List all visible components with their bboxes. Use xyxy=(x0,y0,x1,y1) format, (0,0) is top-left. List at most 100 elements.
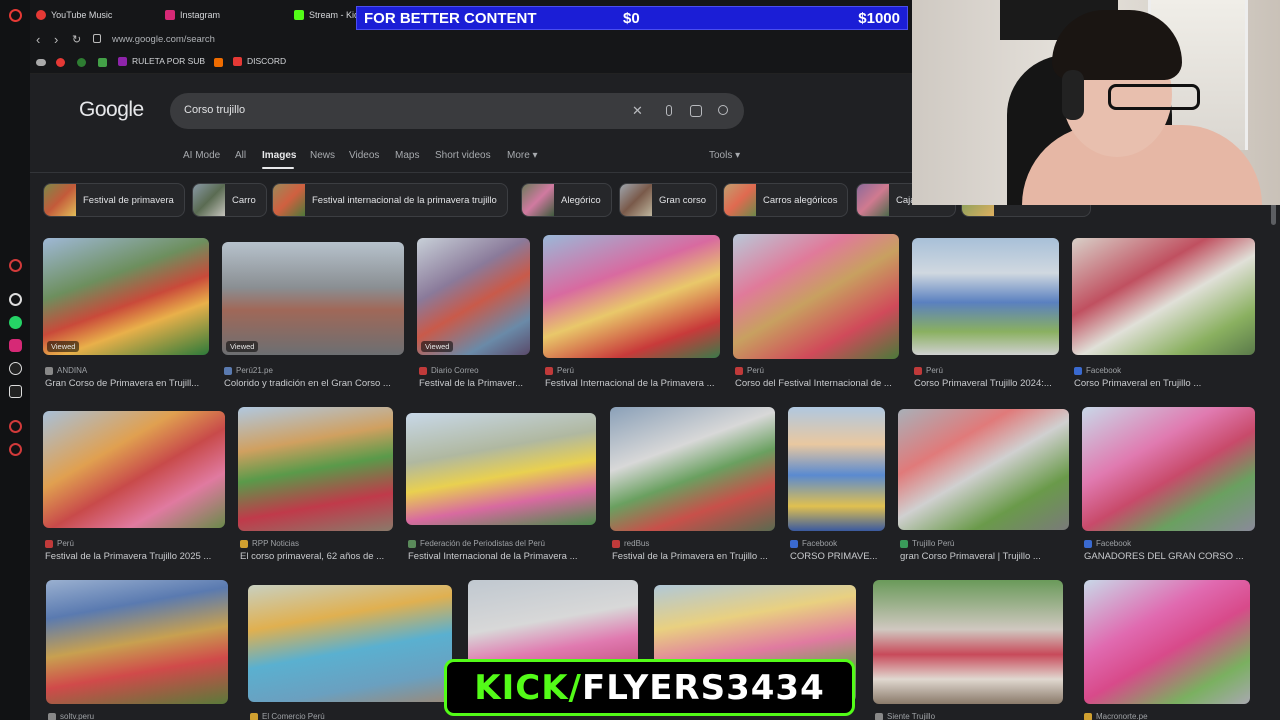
bookmarks-bar: RULETA POR SUB DISCORD xyxy=(30,52,912,74)
clock-icon[interactable] xyxy=(9,420,22,433)
tab-short-videos[interactable]: Short videos xyxy=(435,150,491,161)
result-image[interactable] xyxy=(543,235,720,358)
source-label: Perú xyxy=(57,539,74,548)
result-title[interactable]: Colorido y tradición en el Gran Corso ..… xyxy=(224,378,404,389)
chip-alegorico[interactable]: Alegórico xyxy=(521,183,612,217)
result-title[interactable]: Corso del Festival Internacional de ... xyxy=(735,378,900,389)
tab-instagram[interactable]: Instagram xyxy=(165,6,220,24)
result-image[interactable]: Viewed xyxy=(417,238,530,355)
chatgpt-icon[interactable] xyxy=(9,293,22,306)
result-source: Facebook xyxy=(790,539,837,548)
tiktok-icon[interactable] xyxy=(9,362,22,375)
source-favicon xyxy=(875,712,883,720)
result-image[interactable] xyxy=(898,409,1069,530)
result-image[interactable] xyxy=(1072,238,1255,355)
tab-news[interactable]: News xyxy=(310,150,335,161)
viewed-badge: Viewed xyxy=(226,341,259,352)
result-image[interactable] xyxy=(873,580,1063,704)
result-title[interactable]: El corso primaveral, 62 años de ... xyxy=(240,551,395,562)
chip-thumbnail xyxy=(273,184,305,216)
tools-button[interactable]: Tools ▾ xyxy=(709,150,740,161)
headphones-icon xyxy=(1062,70,1084,120)
result-image[interactable] xyxy=(610,407,775,531)
chip-carro[interactable]: Carro xyxy=(192,183,267,217)
kick-icon xyxy=(294,10,304,20)
chip-carros-alegoricos[interactable]: Carros alegóricos xyxy=(723,183,849,217)
result-image[interactable] xyxy=(406,413,596,525)
result-image[interactable] xyxy=(248,585,452,702)
google-logo[interactable]: Google xyxy=(79,98,144,122)
result-title[interactable]: Festival de la Primavera en Trujillo ... xyxy=(612,551,777,562)
bookmark-ruleta[interactable]: RULETA POR SUB xyxy=(118,56,205,66)
bookmark-icon-orange[interactable] xyxy=(214,58,223,67)
source-label: Trujillo Perú xyxy=(912,539,955,548)
result-image[interactable] xyxy=(788,407,885,531)
search-box[interactable]: Corso trujillo ✕ xyxy=(170,93,744,129)
tab-all[interactable]: All xyxy=(235,150,246,161)
result-title[interactable]: Festival de la Primaver... xyxy=(419,378,531,389)
result-image[interactable]: Viewed xyxy=(222,242,404,355)
source-favicon xyxy=(250,712,258,720)
result-source: Perú xyxy=(914,366,943,375)
chip-gran-corso[interactable]: Gran corso xyxy=(619,183,717,217)
search-input[interactable]: Corso trujillo xyxy=(184,104,245,116)
x-icon[interactable] xyxy=(9,385,22,398)
viewed-badge: Viewed xyxy=(421,341,454,352)
bookmark-icon-heart[interactable] xyxy=(56,58,65,67)
history-icon[interactable] xyxy=(9,259,22,272)
mic-icon[interactable] xyxy=(666,105,672,116)
result-source: Facebook xyxy=(1084,539,1131,548)
opera-icon[interactable] xyxy=(9,9,22,22)
kick-channel-name: FLYERS3434 xyxy=(581,667,825,708)
result-image[interactable] xyxy=(238,407,393,531)
lens-icon[interactable] xyxy=(690,105,702,117)
forward-icon[interactable]: › xyxy=(54,32,58,47)
result-title[interactable]: GANADORES DEL GRAN CORSO ... xyxy=(1084,551,1256,562)
tab-ai-mode[interactable]: AI Mode xyxy=(183,150,220,161)
result-title[interactable]: Gran Corso de Primavera en Trujill... xyxy=(45,378,210,389)
tab-youtube-music[interactable]: YouTube Music xyxy=(36,6,112,24)
result-title[interactable]: Festival de la Primavera Trujillo 2025 .… xyxy=(45,551,227,562)
result-image[interactable] xyxy=(733,234,899,359)
bookmark-icon-green[interactable] xyxy=(98,58,107,67)
tab-kick-stream[interactable]: Stream - Kick xyxy=(294,6,363,24)
lock-icon xyxy=(93,34,101,43)
whatsapp-icon[interactable] xyxy=(9,316,22,329)
tab-videos[interactable]: Videos xyxy=(349,150,379,161)
result-title[interactable]: Corso Primaveral Trujillo 2024:... xyxy=(914,378,1059,389)
result-image[interactable] xyxy=(46,580,228,704)
chip-festival-internacional[interactable]: Festival internacional de la primavera t… xyxy=(272,183,508,217)
result-title[interactable]: Corso Primaveral en Trujillo ... xyxy=(1074,378,1224,389)
chip-festival-de-primavera[interactable]: Festival de primavera xyxy=(43,183,185,217)
instagram-icon[interactable] xyxy=(9,339,22,352)
url-field[interactable]: www.google.com/search xyxy=(112,34,215,45)
settings-icon[interactable] xyxy=(9,443,22,456)
result-title[interactable]: gran Corso Primaveral | Trujillo ... xyxy=(900,551,1070,562)
result-image[interactable]: Viewed xyxy=(43,238,209,355)
tab-maps[interactable]: Maps xyxy=(395,150,419,161)
reload-icon[interactable]: ↻ xyxy=(72,33,81,46)
search-icon[interactable] xyxy=(718,105,728,115)
result-title[interactable]: Festival Internacional de la Primavera .… xyxy=(408,551,598,562)
result-title[interactable]: Festival Internacional de la Primavera .… xyxy=(545,378,721,389)
bookmark-icon-cloud[interactable] xyxy=(36,59,46,66)
bookmark-discord[interactable]: DISCORD xyxy=(233,56,286,66)
source-label: Perú21.pe xyxy=(236,366,273,375)
source-favicon xyxy=(1084,539,1092,548)
bookmark-icon-chat[interactable] xyxy=(77,58,86,67)
tab-images[interactable]: Images xyxy=(262,150,296,161)
result-image[interactable] xyxy=(912,238,1059,355)
result-source: ANDINA xyxy=(45,366,87,375)
result-source: El Comercio Perú xyxy=(250,712,325,720)
back-icon[interactable]: ‹ xyxy=(36,32,40,47)
clear-icon[interactable]: ✕ xyxy=(632,103,643,119)
goal-current: $0 xyxy=(623,10,640,27)
page-scrollbar[interactable] xyxy=(1271,203,1276,225)
result-image[interactable] xyxy=(1084,580,1250,704)
tab-more[interactable]: More ▾ xyxy=(507,150,538,161)
result-title[interactable]: CORSO PRIMAVE... xyxy=(790,551,890,562)
result-image[interactable] xyxy=(43,411,225,528)
chip-thumbnail xyxy=(193,184,225,216)
result-image[interactable] xyxy=(1082,407,1255,531)
result-source: Federación de Periodistas del Perú xyxy=(408,539,545,548)
